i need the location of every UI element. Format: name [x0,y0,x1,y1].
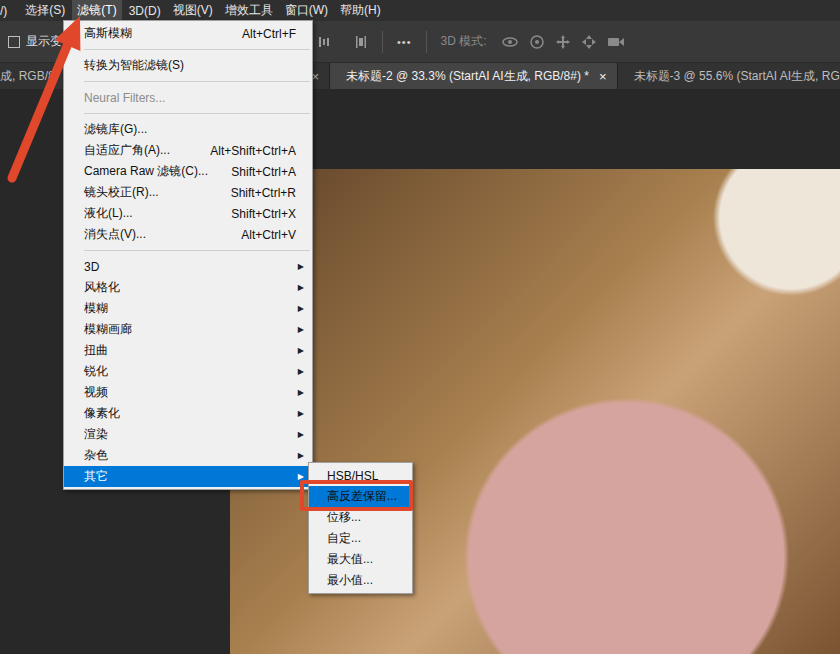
submenu-item[interactable]: HSB/HSL [309,465,412,486]
menu-shortcut: Shift+Ctrl+A [231,165,304,179]
menu-item[interactable]: 像素化 ▶ [64,403,312,424]
submenu-item[interactable]: 位移... [309,507,412,528]
menu-item[interactable]: 风格化 ▶ [64,277,312,298]
align-icons [318,35,368,49]
tab-close-button[interactable]: × [599,69,607,84]
menu-divider [84,113,310,114]
submenu-arrow-icon: ▶ [298,472,304,481]
menu-bar-item[interactable]: 选择(S) [20,0,70,21]
checkbox[interactable] [8,36,20,48]
menu-item[interactable]: 杂色 ▶ [64,445,312,466]
menu-bar-item[interactable]: 帮助(H) [335,0,386,21]
video-camera-icon[interactable] [607,35,625,49]
filter-menu: 高斯模糊 Alt+Ctrl+F 转换为智能滤镜(S) Neural Filter… [63,20,313,490]
distribute-icon[interactable] [318,35,332,49]
menu-item[interactable]: 视频 ▶ [64,382,312,403]
menu-shortcut: Alt+Ctrl+F [242,27,304,41]
submenu-arrow-icon: ▶ [298,283,304,292]
roll-icon[interactable] [529,34,545,50]
menu-item[interactable]: 高斯模糊 Alt+Ctrl+F [64,23,312,44]
orbit-icon[interactable] [501,34,519,50]
annotation-box [300,480,413,511]
submenu-arrow-icon: ▶ [298,430,304,439]
separator [382,31,383,53]
menu-bar-item[interactable]: 增效工具 [220,0,278,21]
menu-bar-item[interactable]: 窗口(W) [280,0,333,21]
photoshop-window: /) 选择(S)滤镜(T)3D(D)视图(V)增效工具窗口(W)帮助(H) 显示变… [0,0,840,654]
menu-bar-item[interactable]: 滤镜(T) [72,0,121,21]
align-icon[interactable] [354,35,368,49]
submenu-arrow-icon: ▶ [298,346,304,355]
tab-label: 未标题-3 @ 55.6% (StartAI AI生成, RGB [634,68,840,85]
menu-bar-item[interactable]: 3D(D) [124,2,166,20]
menu-shortcut: Alt+Shift+Ctrl+A [210,144,304,158]
menu-shortcut: Shift+Ctrl+R [231,186,304,200]
menu-divider [84,250,310,251]
menu-bar-item[interactable]: 视图(V) [168,0,218,21]
menu-item[interactable]: Camera Raw 滤镜(C)... Shift+Ctrl+A [64,161,312,182]
submenu-item[interactable]: 最大值... [309,549,412,570]
menu-item[interactable]: 其它 ▶ [64,466,312,487]
3d-mode-label: 3D 模式: [441,33,487,50]
menu-shortcut: Shift+Ctrl+X [231,207,304,221]
menu-item[interactable]: 渲染 ▶ [64,424,312,445]
3d-mode-icons [501,34,625,50]
menu-item[interactable]: 模糊 ▶ [64,298,312,319]
tab-label: 未标题-2 @ 33.3% (StartAI AI生成, RGB/8#) * [346,68,589,85]
submenu-arrow-icon: ▶ [298,325,304,334]
tab-label: 成, RGB/8 [0,68,55,85]
other-submenu: HSB/HSL 高反差保留... 位移... 自定... 最大值... 最小值.… [308,462,413,594]
submenu-arrow-icon: ▶ [298,262,304,271]
menu-item[interactable]: 模糊画廊 ▶ [64,319,312,340]
submenu-item[interactable]: 自定... [309,528,412,549]
document-tab[interactable]: 未标题-2 @ 33.3% (StartAI AI生成, RGB/8#) * × [330,63,618,89]
submenu-arrow-icon: ▶ [298,304,304,313]
document-tab[interactable]: 未标题-3 @ 55.6% (StartAI AI生成, RGB [618,63,840,89]
menu-divider [84,49,310,50]
pan-icon[interactable] [555,34,571,50]
slide-icon[interactable] [581,34,597,50]
submenu-arrow-icon: ▶ [298,367,304,376]
separator [426,31,427,53]
menu-item[interactable]: 锐化 ▶ [64,361,312,382]
menu-item[interactable]: Neural Filters... [64,87,312,108]
submenu-arrow-icon: ▶ [298,409,304,418]
menu-item[interactable]: 镜头校正(R)... Shift+Ctrl+R [64,182,312,203]
menu-bar-item[interactable]: /) [0,2,12,20]
menu-item[interactable]: 转换为智能滤镜(S) [64,55,312,76]
menu-item[interactable]: 滤镜库(G)... [64,119,312,140]
submenu-arrow-icon: ▶ [298,451,304,460]
submenu-item[interactable]: 最小值... [309,570,412,591]
menu-divider [84,81,310,82]
annotation-arrow-icon [0,0,840,654]
submenu-item[interactable]: 高反差保留... [309,486,412,507]
checkbox-label: 显示变 [26,33,62,50]
menu-item[interactable]: 液化(L)... Shift+Ctrl+X [64,203,312,224]
menu-item[interactable]: 扭曲 ▶ [64,340,312,361]
menu-item[interactable]: 3D ▶ [64,256,312,277]
menu-bar: /) 选择(S)滤镜(T)3D(D)视图(V)增效工具窗口(W)帮助(H) [0,0,840,21]
more-button[interactable]: ••• [397,36,412,48]
menu-item[interactable]: 自适应广角(A)... Alt+Shift+Ctrl+A [64,140,312,161]
submenu-arrow-icon: ▶ [298,388,304,397]
menu-item[interactable]: 消失点(V)... Alt+Ctrl+V [64,224,312,245]
menu-shortcut: Alt+Ctrl+V [241,228,304,242]
